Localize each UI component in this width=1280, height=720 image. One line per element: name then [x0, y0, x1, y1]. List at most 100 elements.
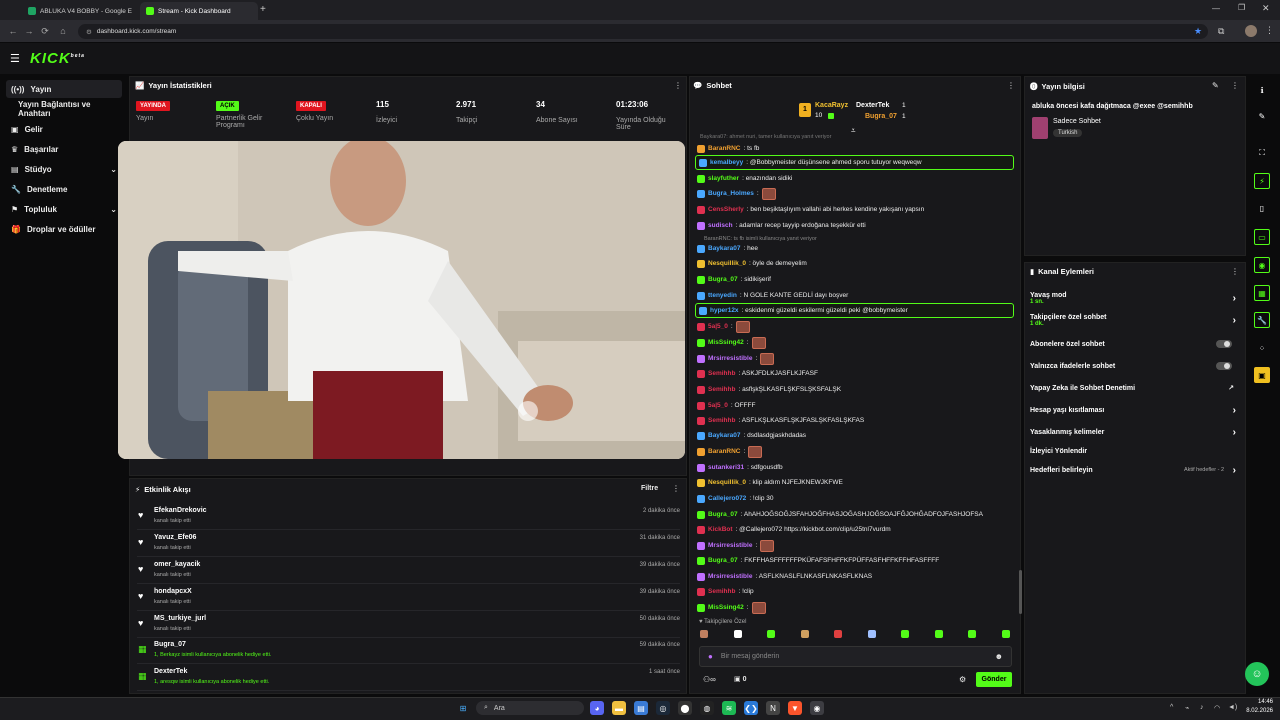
back-icon[interactable]: ← — [6, 24, 20, 38]
chat-username[interactable]: Mrsirresistible — [708, 573, 752, 580]
channel-action-row[interactable]: Yasaklanmış kelimeler › — [1030, 424, 1240, 440]
external-link-icon[interactable]: ↗ — [1228, 384, 1234, 392]
profile-avatar[interactable] — [1245, 25, 1257, 37]
brave-icon[interactable]: ▼ — [788, 701, 802, 715]
chevron-right-icon[interactable]: › — [1233, 427, 1236, 438]
steam-icon[interactable]: ◎ — [656, 701, 670, 715]
channel-action-row[interactable]: Yavaş mod 1 sn. › — [1030, 290, 1240, 306]
chat-username[interactable]: Callejero072 — [708, 495, 746, 502]
emote-icon[interactable] — [968, 630, 977, 638]
clock-date[interactable]: 8.02.2026 — [1244, 708, 1273, 714]
microphone-icon[interactable]: ♪ — [1200, 704, 1204, 711]
minimize-icon[interactable]: — — [1212, 4, 1220, 13]
leaderboard-name[interactable]: KacaRayz — [815, 102, 848, 109]
chat-username[interactable]: Bugra_07 — [708, 557, 738, 564]
help-bubble-icon[interactable]: ☺ — [1245, 662, 1269, 686]
info-rail-icon[interactable]: ℹ — [1254, 82, 1270, 98]
stream-info-menu-icon[interactable]: ⋮ — [1231, 81, 1239, 90]
chat-rail-icon[interactable]: ▭ — [1254, 229, 1270, 245]
wrench-rail-icon[interactable]: 🔧 — [1254, 312, 1270, 328]
notion-icon[interactable]: N — [766, 701, 780, 715]
emote-icon[interactable] — [700, 630, 708, 638]
sidebar-item-basarilar[interactable]: ♛ Başarılar — [6, 140, 122, 158]
wifi-icon[interactable]: ◠ — [1214, 704, 1220, 712]
emote-icon[interactable] — [834, 630, 843, 638]
chat-username[interactable]: BaranRNC — [708, 145, 741, 152]
hamburger-menu-icon[interactable]: ☰ — [10, 52, 20, 65]
windows-start-icon[interactable]: ⊞ — [456, 701, 470, 715]
url-input[interactable]: ⚙ dashboard.kick.com/stream — [78, 24, 1208, 39]
app-icon[interactable]: ⬤ — [678, 701, 692, 715]
chat-username[interactable]: hyper12x — [710, 307, 739, 314]
chevron-right-icon[interactable]: › — [1233, 465, 1236, 476]
emote-icon[interactable] — [800, 630, 809, 638]
maximize-icon[interactable]: ❐ — [1238, 3, 1245, 12]
screen-rail-icon[interactable]: ⛶ — [1254, 145, 1270, 161]
emote-icon[interactable] — [901, 630, 910, 638]
file-explorer-icon[interactable]: ▬ — [612, 701, 626, 715]
chat-username[interactable]: sudisch — [708, 222, 733, 229]
sidebar-item-droplar[interactable]: 🎁 Droplar ve ödüller — [6, 220, 122, 238]
chat-username[interactable]: Baykara07 — [708, 245, 741, 252]
channel-action-row[interactable]: İzleyici Yönlendir — [1030, 443, 1240, 459]
browser-menu-icon[interactable]: ⋮ — [1265, 25, 1274, 36]
chat-username[interactable]: Semihhb — [708, 386, 735, 393]
chat-username[interactable]: Nesquillik_0 — [708, 479, 746, 486]
channel-action-row[interactable]: Takipçilere özel sohbet 1 dk. › — [1030, 312, 1240, 328]
chat-username[interactable]: MisSsing42 — [708, 604, 744, 611]
chat-username[interactable]: Mrsirresistible — [708, 355, 752, 362]
reload-icon[interactable]: ⟳ — [38, 24, 52, 38]
sidebar-item-studyo[interactable]: ▤ Stüdyo ⌄ — [6, 160, 122, 178]
chevron-right-icon[interactable]: › — [1233, 293, 1236, 304]
sidebar-item-gelir[interactable]: ▣ Gelir — [6, 120, 122, 138]
edit-icon[interactable]: ✎ — [1212, 81, 1219, 90]
bookmark-star-icon[interactable]: ★ — [1194, 26, 1202, 37]
chat-username[interactable]: sutankeri31 — [708, 464, 744, 471]
sidebar-item-stream-key[interactable]: Yayın Bağlantısı ve Anahtarı — [6, 100, 122, 118]
chat-username[interactable]: Bugra_07 — [708, 511, 738, 518]
sidebar-item-denetleme[interactable]: 🔧 Denetleme — [6, 180, 122, 198]
channel-action-row[interactable]: Hedefleri belirleyin Aktif hedefler - 2 › — [1030, 462, 1240, 478]
browser-tab-sheet[interactable]: ABLUKA V4 BOBBY - Google E — [22, 2, 140, 20]
chat-scrollbar[interactable] — [1019, 570, 1022, 614]
vscode-icon[interactable]: ❮❯ — [744, 701, 758, 715]
chat-username[interactable]: Semihhb — [708, 417, 735, 424]
chat-username[interactable]: Nesquillik_0 — [708, 260, 746, 267]
category-name[interactable]: Sadece Sohbet — [1053, 118, 1101, 125]
extensions-icon[interactable]: ⧉ — [1218, 26, 1224, 37]
chat-username[interactable]: KickBot — [708, 526, 733, 533]
filter-button[interactable]: Filtre — [641, 485, 658, 492]
home-icon[interactable]: ⌂ — [56, 24, 70, 38]
chat-username[interactable]: MisSsing42 — [708, 339, 744, 346]
chat-username[interactable]: kemalbeyy — [710, 159, 743, 166]
file-rail-icon[interactable]: ▯ — [1254, 200, 1270, 216]
channel-action-row[interactable]: Yapay Zeka ile Sohbet Denetimi ↗ — [1030, 380, 1240, 396]
grid-rail-icon[interactable]: ▦ — [1254, 285, 1270, 301]
sidebar-item-yayin[interactable]: ((•)) Yayın — [6, 80, 122, 98]
activity-menu-icon[interactable]: ⋮ — [672, 484, 680, 493]
spotify-icon[interactable]: ≋ — [722, 701, 736, 715]
chat-username[interactable]: ttenyedin — [708, 292, 737, 299]
emoji-icon[interactable]: ☻ — [995, 652, 1003, 661]
chat-menu-icon[interactable]: ⋮ — [1007, 81, 1015, 90]
broadcast-rail-icon[interactable]: ◉ — [1254, 257, 1270, 273]
mic-icon[interactable]: ● — [708, 652, 713, 661]
chat-settings-icon[interactable]: ⚙ — [959, 675, 966, 684]
store-icon[interactable]: ▤ — [634, 701, 648, 715]
emote-icon[interactable] — [934, 630, 943, 638]
send-button[interactable]: Gönder — [976, 672, 1012, 687]
leaderboard-name[interactable]: DexterTek — [856, 102, 889, 109]
github-icon[interactable]: ◍ — [700, 701, 714, 715]
forward-icon[interactable]: → — [22, 24, 36, 38]
taskbar-search-input[interactable]: ⌕ Ara — [476, 701, 584, 715]
chat-username[interactable]: Bugra_07 — [708, 276, 738, 283]
stats-menu-icon[interactable]: ⋮ — [674, 81, 682, 90]
channel-action-row[interactable]: Yalnızca ifadelerle sohbet — [1030, 358, 1240, 374]
channel-action-row[interactable]: Hesap yaşı kısıtlaması › — [1030, 402, 1240, 418]
chat-username[interactable]: CensSherly — [708, 206, 744, 213]
dots-rail-icon[interactable]: ⁘ — [1254, 340, 1270, 356]
emote-icon[interactable] — [867, 630, 876, 638]
bolt-rail-icon[interactable]: ⚡ — [1254, 173, 1270, 189]
chat-username[interactable]: BaranRNC — [708, 448, 741, 455]
chrome-icon[interactable]: ◉ — [810, 701, 824, 715]
